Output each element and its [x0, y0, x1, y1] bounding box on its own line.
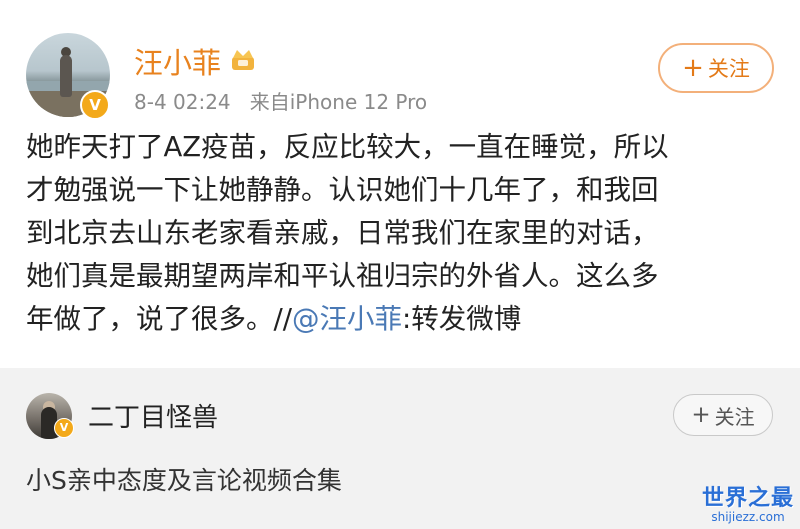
repost-follow-button[interactable]: + 关注: [673, 394, 773, 436]
post-time: 8-4 02:24: [134, 90, 231, 114]
content-line-last: 年做了，说了很多。//@汪小菲:转发微博: [26, 298, 781, 341]
follow-label: 关注: [707, 57, 750, 81]
plus-icon: +: [691, 401, 711, 428]
v-badge-icon: V: [80, 90, 110, 120]
repost-username[interactable]: 二丁目怪兽: [88, 397, 218, 434]
content-line: 到北京去山东老家看亲戚，日常我们在家里的对话，: [26, 217, 659, 249]
post-meta: 8-4 02:24 来自iPhone 12 Pro: [134, 86, 427, 115]
watermark: 世界之最 shijiezz.com: [700, 480, 796, 524]
post-content: 她昨天打了AZ疫苗，反应比较大，一直在睡觉，所以 才勉强说一下让她静静。认识她们…: [26, 126, 781, 341]
post-source: 来自iPhone 12 Pro: [249, 90, 428, 114]
post-username[interactable]: 汪小菲: [134, 40, 221, 82]
crown-icon: [232, 50, 254, 70]
watermark-domain: shijiezz.com: [711, 510, 785, 524]
mention-link[interactable]: @汪小菲: [292, 303, 402, 335]
watermark-title: 世界之最: [701, 486, 794, 511]
v-badge-icon: V: [54, 418, 74, 438]
follow-button[interactable]: + 关注: [658, 43, 774, 93]
content-line: 她昨天打了AZ疫苗，反应比较大，一直在睡觉，所以: [26, 131, 669, 163]
content-line: 才勉强说一下让她静静。认识她们十几年了，和我回: [26, 174, 659, 206]
avatar-person: [60, 55, 72, 97]
repost-text[interactable]: 小S亲中态度及言论视频合集: [26, 461, 342, 497]
plus-icon: +: [682, 53, 704, 83]
follow-label: 关注: [714, 404, 755, 429]
content-suffix: :转发微博: [402, 303, 522, 335]
content-line: 她们真是最期望两岸和平认祖归宗的外省人。这么多: [26, 260, 659, 292]
content-prefix: 年做了，说了很多。//: [26, 303, 293, 335]
repost-card[interactable]: [0, 368, 800, 529]
